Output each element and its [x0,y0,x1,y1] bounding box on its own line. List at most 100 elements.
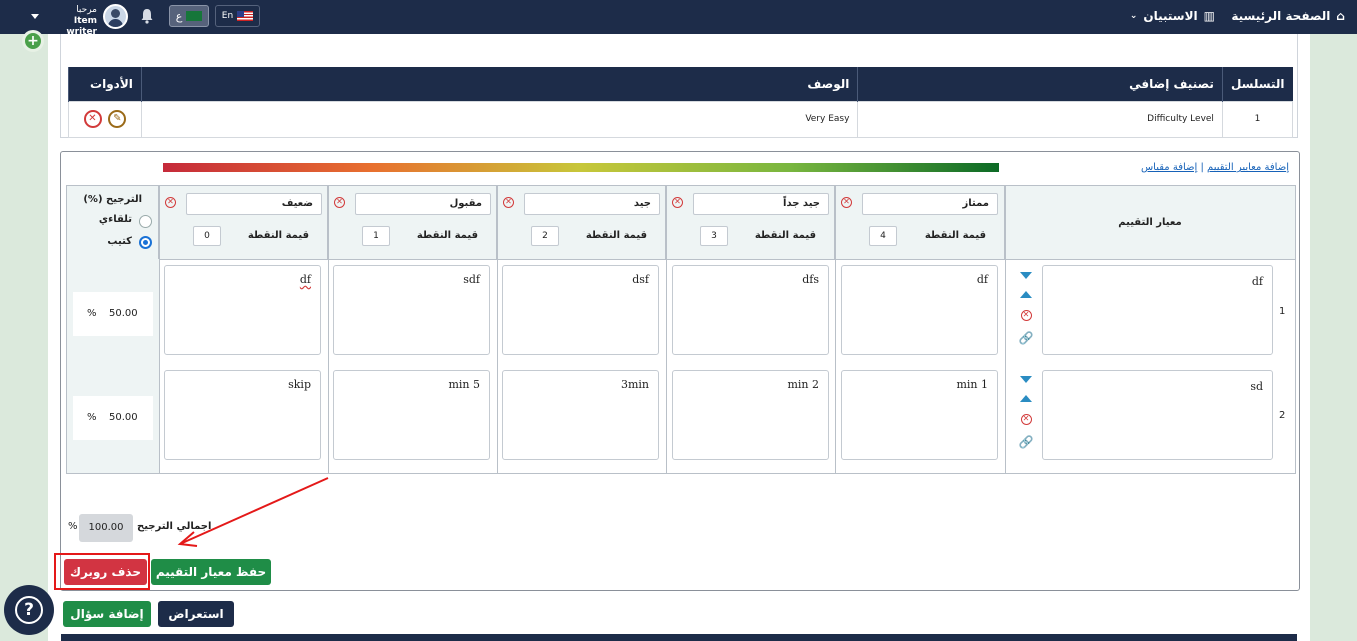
weight-header: (%) الترجيح تلقاءي كتيب [67,186,159,259]
remove-level-icon[interactable]: ✕ [672,197,683,208]
delete-rubric-button[interactable]: حذف روبرك [64,559,147,585]
save-criteria-button[interactable]: حفظ معيار التقييم [151,559,271,585]
criteria-header-label: معيار التقييم [1118,217,1182,228]
top-navbar: ⌂ الصفحة الرئيسية ▥ الاستبيان ⌄ En ع مرح… [0,0,1357,37]
weight-input[interactable]: % 50.00 [73,396,153,440]
survey-menu[interactable]: ▥ الاستبيان ⌄ [1130,9,1215,23]
move-down-icon[interactable] [1020,272,1032,279]
col-tools: الأدوات [68,67,142,101]
total-weight-value: 100.00 [79,514,133,542]
level-name-input[interactable]: مقبول [355,193,491,215]
gradient-scale-bar [163,163,999,172]
point-label: قيمة النقطة [416,230,478,241]
add-scale-link[interactable]: إضافة مقياس [1141,162,1197,173]
lang-english-button[interactable]: En [215,5,260,27]
radio-writer[interactable] [139,236,152,249]
radio-auto[interactable] [139,215,152,228]
remove-criterion-icon[interactable]: ✕ [1020,310,1032,321]
add-circle-icon[interactable]: + [22,30,44,52]
point-label: قيمة النقطة [585,230,647,241]
move-down-icon[interactable] [1020,376,1032,383]
weight-header-label: (%) الترجيح [83,194,142,205]
rubric-grid: (%) الترجيح تلقاءي كتيب ✕ ضعيف قيمة النق… [66,185,1296,474]
remove-level-icon[interactable]: ✕ [334,197,345,208]
point-value-input[interactable]: 1 [362,226,390,246]
criterion-input[interactable]: sd [1042,370,1273,460]
descriptor-input[interactable]: df [841,265,998,355]
level-name-input[interactable]: جيد جداً [693,193,829,215]
weight-input[interactable]: % 50.00 [73,292,153,336]
help-button[interactable]: ? [4,585,54,635]
point-label: قيمة النقطة [247,230,309,241]
descriptor-input[interactable]: min 2 [672,370,829,460]
row-number: 2 [1279,410,1286,421]
remove-level-icon[interactable]: ✕ [503,197,514,208]
total-weight-pct: % [68,521,78,532]
point-value-input[interactable]: 3 [700,226,728,246]
level-header: ✕ مقبول قيمة النقطة 1 [328,186,497,259]
point-label: قيمة النقطة [924,230,986,241]
radio-writer-label: كتيب [107,236,132,247]
cell-serial: 1 [1221,100,1294,138]
point-value-input[interactable]: 4 [869,226,897,246]
level-header: ✕ ممتاز قيمة النقطة 4 [835,186,1005,259]
link-icon[interactable]: 🔗 [1018,331,1034,345]
descriptor-input[interactable]: min 5 [333,370,490,460]
user-menu-caret-icon[interactable] [31,14,39,19]
add-criteria-link[interactable]: إضافة معايير التقييم [1207,162,1289,173]
preview-button[interactable]: استعراض [158,601,234,627]
grid-line [1005,186,1006,473]
user-avatar[interactable] [103,4,128,29]
descriptor-input[interactable]: df [164,265,321,355]
move-up-icon[interactable] [1020,291,1032,298]
descriptor-input[interactable]: min 1 [841,370,998,460]
us-flag-icon [237,11,254,21]
move-up-icon[interactable] [1020,395,1032,402]
table-row: 1 Difficulty Level Very Easy ✎ ✕ [68,100,1294,138]
level-name-input[interactable]: ممتاز [862,193,998,215]
criterion-tools: ✕ 🔗 [1018,272,1034,345]
bell-icon[interactable] [140,8,154,24]
delete-icon[interactable]: ✕ [83,110,102,128]
link-icon[interactable]: 🔗 [1018,435,1034,449]
add-question-button[interactable]: إضافة سؤال [63,601,151,627]
grid-line [666,186,667,473]
classification-table: التسلسل تصنيف إضافي الوصف الأدوات 1 Diff… [68,67,1294,138]
grid-line [67,259,1295,260]
grid-line [835,186,836,473]
home-link[interactable]: ⌂ الصفحة الرئيسية [1231,9,1345,23]
cell-desc: Very Easy [140,100,859,138]
criterion-input[interactable]: df [1042,265,1273,355]
col-extra: تصنيف إضافي [857,67,1223,101]
level-name-input[interactable]: ضعيف [186,193,322,215]
weight-value: 50.00 [109,412,138,423]
edit-icon[interactable]: ✎ [108,110,127,128]
descriptor-input[interactable]: dfs [672,265,829,355]
links-separator: | [1200,162,1204,173]
level-header: ✕ جيد جداً قيمة النقطة 3 [666,186,835,259]
remove-level-icon[interactable]: ✕ [165,197,176,208]
lang-arabic-button[interactable]: ع [169,5,209,27]
remove-level-icon[interactable]: ✕ [841,197,852,208]
survey-icon: ▥ [1203,9,1215,23]
descriptor-input[interactable]: 3min [502,370,659,460]
point-value-input[interactable]: 2 [531,226,559,246]
lang-en-label: En [221,11,234,21]
descriptor-input[interactable]: skip [164,370,321,460]
annotation-arrow-icon [177,477,329,547]
point-value-input[interactable]: 0 [193,226,221,246]
lang-ar-label: ع [175,9,183,23]
criterion-tools: ✕ 🔗 [1018,376,1034,449]
bottom-strip [61,634,1297,641]
weight-pct: % [87,412,97,423]
home-icon: ⌂ [1336,9,1345,23]
col-serial: التسلسل [1221,67,1293,101]
descriptor-input[interactable]: sdf [333,265,490,355]
row-number: 1 [1279,306,1286,317]
remove-criterion-icon[interactable]: ✕ [1020,414,1032,425]
descriptor-input[interactable]: dsf [502,265,659,355]
level-header: ✕ ضعيف قيمة النقطة 0 [159,186,328,259]
home-label: الصفحة الرئيسية [1231,9,1331,23]
question-icon: ? [15,596,43,624]
level-name-input[interactable]: جيد [524,193,660,215]
